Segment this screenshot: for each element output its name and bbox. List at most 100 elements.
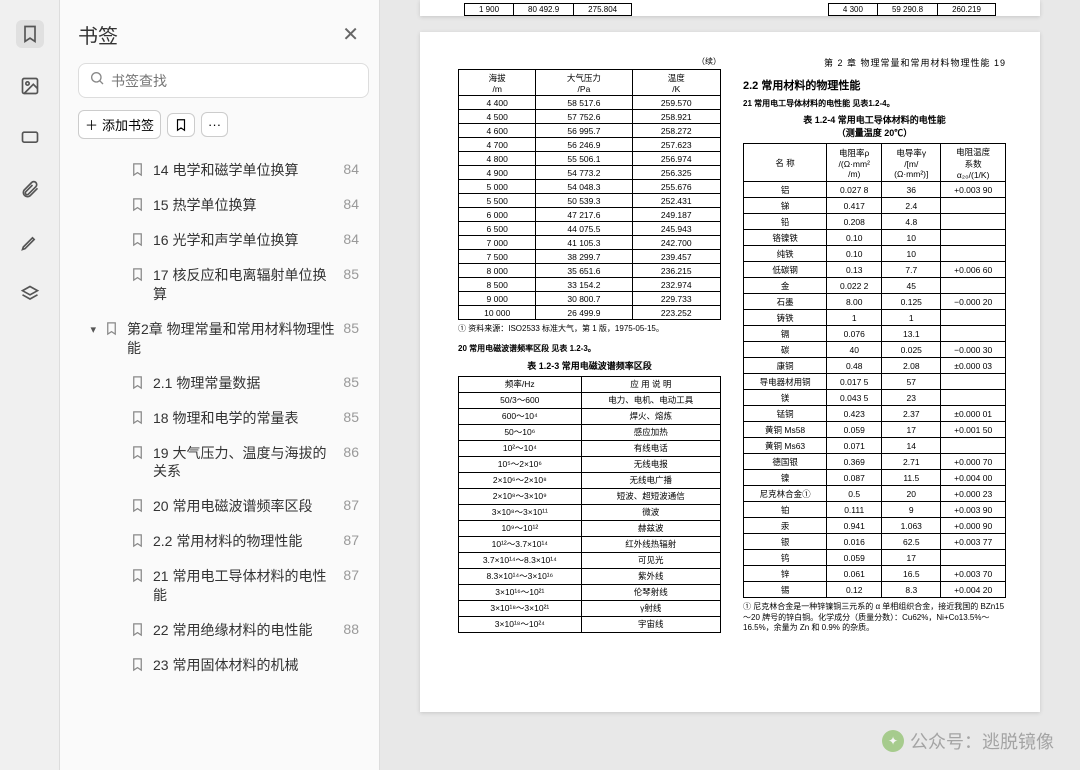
table-row: 10⁹～10¹²赫兹波 — [459, 520, 721, 536]
table-row: 3.7×10¹⁴～8.3×10¹⁴可见光 — [459, 552, 721, 568]
note-1: ① 资料来源：ISO2533 标准大气，第 1 版，1975-05-15。 — [458, 324, 721, 334]
search-icon — [89, 70, 105, 91]
table-altitude: 海拔 /m大气压力 /Pa温度 /K4 40058 517.6259.5704 … — [458, 69, 721, 320]
bookmark-icon — [104, 321, 119, 339]
bookmark-icon — [130, 232, 145, 250]
table-row: 镉0.07613.1 — [744, 326, 1006, 342]
table-row: 汞0.9411.063+0.000 90 — [744, 518, 1006, 534]
table-row: 5 50050 539.3252.431 — [459, 194, 721, 208]
table-row: 导电器材用铜0.017 557 — [744, 374, 1006, 390]
table-row: 2×10⁶～2×10⁸无线电广播 — [459, 472, 721, 488]
bookmark-item[interactable]: 20 常用电磁波谱频率区段87 — [78, 489, 369, 524]
prev-page-fragment: 1 90080 492.9275.804 4 30059 290.8260.21… — [420, 0, 1040, 16]
table-row: 4 50057 752.6258.921 — [459, 110, 721, 124]
table-row: 4 70056 246.9257.623 — [459, 138, 721, 152]
bookmark-item[interactable]: 18 物理和电学的常量表85 — [78, 401, 369, 436]
table-row: 2×10⁸～3×10⁹短波、超短波通信 — [459, 488, 721, 504]
table-row: 9 00030 800.7229.733 — [459, 292, 721, 306]
close-icon[interactable]: ✕ — [342, 22, 359, 47]
bookmark-icon — [130, 622, 145, 640]
table-row: 8.3×10¹⁴～3×10¹⁶紫外线 — [459, 568, 721, 584]
bookmark-icon — [130, 410, 145, 428]
image-tab-icon[interactable] — [16, 72, 44, 100]
bookmark-list: 14 电学和磁学单位换算8415 热学单位换算8416 光学和声学单位换算841… — [78, 153, 369, 683]
bookmark-item[interactable]: 19 大气压力、温度与海拔的关系86 — [78, 436, 369, 490]
layers-tab-icon[interactable] — [16, 280, 44, 308]
pen-tab-icon[interactable] — [16, 228, 44, 256]
table-row: 锡0.128.3+0.004 20 — [744, 582, 1006, 598]
table-row: 50/3～600电力、电机、电动工具 — [459, 392, 721, 408]
table-row: 600～10⁴焊火、熔炼 — [459, 408, 721, 424]
table-row: 康铜0.482.08±0.000 03 — [744, 358, 1006, 374]
table-row: 6 50044 075.5245.943 — [459, 222, 721, 236]
table-row: 8 00035 651.6236.215 — [459, 264, 721, 278]
bookmark-view-button[interactable] — [167, 113, 195, 137]
wechat-icon: ✦ — [882, 730, 904, 752]
bookmark-item[interactable]: 22 常用绝缘材料的电性能88 — [78, 613, 369, 648]
bookmarks-sidebar: 书签 ✕ ＋添加书签 ··· 14 电学和磁学单位换算8415 热学单位换算84… — [60, 0, 380, 770]
table-row: 锌0.06116.5+0.003 70 — [744, 566, 1006, 582]
table-row: 纯铁0.1010 — [744, 246, 1006, 262]
table-row: 黄铜 Ms580.05917+0.001 50 — [744, 422, 1006, 438]
table-row: 铬镍铁0.1010 — [744, 230, 1006, 246]
table-row: 黄铜 Ms630.07114 — [744, 438, 1006, 454]
bookmark-item[interactable]: 16 光学和声学单位换算84 — [78, 223, 369, 258]
table-row: 3×10¹⁸～10²⁴宇宙线 — [459, 616, 721, 632]
table-row: 4 40058 517.6259.570 — [459, 96, 721, 110]
document-viewport[interactable]: 1 90080 492.9275.804 4 30059 290.8260.21… — [380, 0, 1080, 770]
bookmark-item[interactable]: 23 常用固体材料的机械 — [78, 648, 369, 683]
right-column: 第 2 章 物理常量和常用材料物理性能 19 2.2 常用材料的物理性能 21 … — [743, 56, 1006, 688]
bookmark-search[interactable] — [78, 63, 369, 98]
table-row: 德国银0.3692.71+0.000 70 — [744, 454, 1006, 470]
table-row: 50～10⁶感应加热 — [459, 424, 721, 440]
bookmark-item[interactable]: 2.2 常用材料的物理性能87 — [78, 524, 369, 559]
bookmark-icon — [130, 498, 145, 516]
more-button[interactable]: ··· — [201, 112, 228, 137]
table-row: 8 50033 154.2232.974 — [459, 278, 721, 292]
bookmark-icon — [130, 445, 145, 463]
page-header: 第 2 章 物理常量和常用材料物理性能 19 — [743, 56, 1006, 69]
bookmark-item[interactable]: 14 电学和磁学单位换算84 — [78, 153, 369, 188]
table-row: 7 00041 105.3242.700 — [459, 236, 721, 250]
watermark: ✦ 公众号：逃脱镜像 — [882, 728, 1054, 754]
bookmark-icon — [130, 197, 145, 215]
bookmark-item[interactable]: 15 热学单位换算84 — [78, 188, 369, 223]
table-row: 低碳钢0.137.7+0.006 60 — [744, 262, 1006, 278]
table-row: 铝0.027 836+0.003 90 — [744, 182, 1006, 198]
table-row: 3×10⁸～3×10¹¹微波 — [459, 504, 721, 520]
bookmark-item[interactable]: 21 常用电工导体材料的电性能87 — [78, 559, 369, 613]
table-row: 钨0.05917 — [744, 550, 1006, 566]
attachment-tab-icon[interactable] — [16, 176, 44, 204]
table-row: 4 60056 995.7258.272 — [459, 124, 721, 138]
bookmark-icon — [130, 162, 145, 180]
chevron-down-icon[interactable]: ▾ — [90, 323, 96, 336]
table-row: 3×10¹⁶～10²¹伦琴射线 — [459, 584, 721, 600]
table-row: 铸铁11 — [744, 310, 1006, 326]
table-row: 碳400.025−0.000 30 — [744, 342, 1006, 358]
table-row: 铅0.2084.8 — [744, 214, 1006, 230]
search-input[interactable] — [111, 73, 358, 89]
table-row: 银0.01662.5+0.003 77 — [744, 534, 1006, 550]
table-row: 尼克林合金①0.520+0.000 23 — [744, 486, 1006, 502]
table-row: 10⁵～2×10⁶无线电报 — [459, 456, 721, 472]
table-row: 铂0.1119+0.003 90 — [744, 502, 1006, 518]
bookmark-icon — [130, 267, 145, 285]
bookmark-item[interactable]: 2.1 物理常量数据85 — [78, 366, 369, 401]
table-row: 4 80055 506.1256.974 — [459, 152, 721, 166]
comment-tab-icon[interactable] — [16, 124, 44, 152]
table-row: 10 00026 499.9223.252 — [459, 306, 721, 320]
table-row: 4 90054 773.2256.325 — [459, 166, 721, 180]
note-2: ① 尼克林合金是一种锌镍铜三元系的 α 单相组织合金，接近我国的 BZn15～2… — [743, 602, 1006, 633]
table-row: 石墨8.000.125−0.000 20 — [744, 294, 1006, 310]
table-row: 镁0.043 523 — [744, 390, 1006, 406]
bookmark-tab-icon[interactable] — [16, 20, 44, 48]
document-page: （续） 海拔 /m大气压力 /Pa温度 /K4 40058 517.6259.5… — [420, 32, 1040, 712]
sidebar-title: 书签 — [78, 20, 118, 49]
table-row: 锑0.4172.4 — [744, 198, 1006, 214]
add-bookmark-button[interactable]: ＋添加书签 — [78, 110, 161, 139]
bookmark-item[interactable]: 17 核反应和电离辐射单位换算85 — [78, 258, 369, 312]
table-row: 5 00054 048.3255.676 — [459, 180, 721, 194]
bookmark-icon — [130, 568, 145, 586]
table-row: 10²～10⁴有线电话 — [459, 440, 721, 456]
bookmark-item[interactable]: ▾第2章 物理常量和常用材料物理性能85 — [78, 312, 369, 366]
